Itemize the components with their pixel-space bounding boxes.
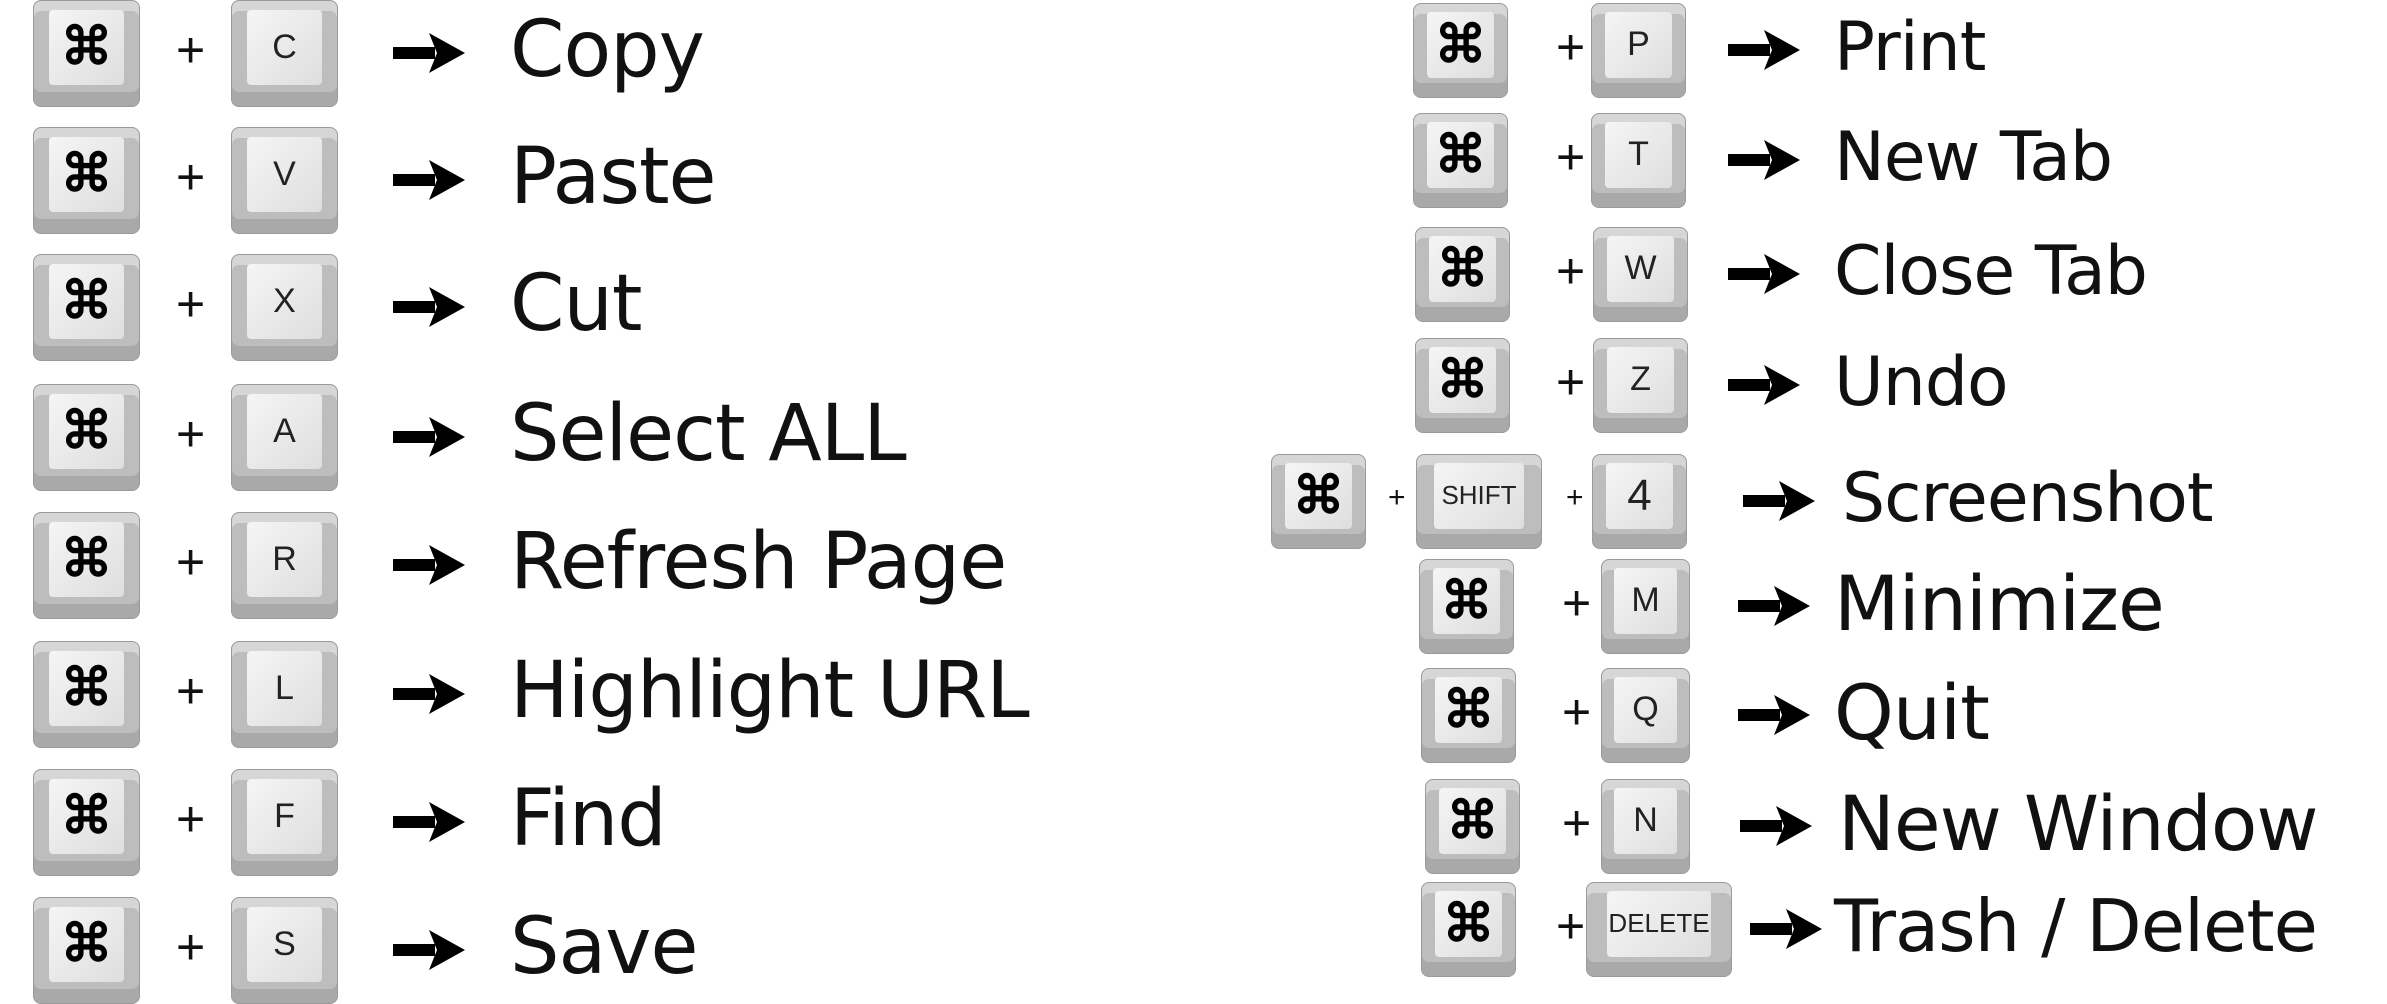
command-key: ⌘ <box>1421 667 1516 763</box>
command-key: ⌘ <box>1415 226 1510 322</box>
shortcut-row: ⌘ + W Close Tab <box>0 226 2387 322</box>
key-delete: DELETE <box>1586 881 1732 977</box>
command-key: ⌘ <box>1271 453 1366 549</box>
key-q: Q <box>1601 667 1690 763</box>
key-label: N <box>1614 787 1677 854</box>
arrow-right-icon <box>1728 365 1800 405</box>
plus-sign: + <box>1562 684 1592 740</box>
key-label: M <box>1614 567 1677 634</box>
key-4: 4 <box>1592 453 1687 549</box>
command-icon: ⌘ <box>1429 235 1496 302</box>
plus-sign: + <box>1556 19 1586 75</box>
action-label: Screenshot <box>1842 458 2214 538</box>
plus-sign: + <box>1388 481 1406 514</box>
action-label: New Tab <box>1834 117 2113 197</box>
command-icon: ⌘ <box>1285 462 1352 529</box>
action-label: Close Tab <box>1834 231 2148 311</box>
key-label: W <box>1607 235 1674 302</box>
shortcut-row: ⌘ + Q Quit <box>0 667 2387 763</box>
arrow-right-icon <box>1738 586 1810 626</box>
shortcut-row: ⌘ + N New Window <box>0 778 2387 874</box>
shortcut-row: ⌘ + Z Undo <box>0 337 2387 433</box>
plus-sign: + <box>1556 243 1586 299</box>
shortcut-row: ⌘ + SHIFT +4 Screenshot <box>0 453 2387 549</box>
plus-sign: + <box>1562 795 1592 851</box>
action-label: Trash / Delete <box>1834 884 2318 969</box>
action-label: Print <box>1834 7 1986 87</box>
action-label: Quit <box>1834 667 1990 757</box>
action-label: Undo <box>1834 342 2009 422</box>
key-w: W <box>1593 226 1688 322</box>
key-label: P <box>1605 11 1672 78</box>
action-label: Minimize <box>1834 558 2165 648</box>
arrow-right-icon <box>1728 30 1800 70</box>
arrow-right-icon <box>1750 909 1822 949</box>
arrow-right-icon <box>1728 140 1800 180</box>
command-icon: ⌘ <box>1433 567 1500 634</box>
command-icon: ⌘ <box>1439 787 1506 854</box>
arrow-right-icon <box>1738 695 1810 735</box>
plus-sign: + <box>1556 898 1586 954</box>
key-z: Z <box>1593 337 1688 433</box>
command-key: ⌘ <box>1425 778 1520 874</box>
plus-sign: + <box>1556 354 1586 410</box>
key-m: M <box>1601 558 1690 654</box>
plus-sign: + <box>1556 129 1586 185</box>
command-key: ⌘ <box>1419 558 1514 654</box>
key-label: 4 <box>1606 462 1673 529</box>
shortcut-row: ⌘ + P Print <box>0 2 2387 98</box>
command-icon: ⌘ <box>1435 890 1502 957</box>
action-label: New Window <box>1838 778 2319 868</box>
key-label: T <box>1605 121 1672 188</box>
arrow-right-icon <box>1740 806 1812 846</box>
key-p: P <box>1591 2 1686 98</box>
key-label: Q <box>1614 676 1677 743</box>
command-icon: ⌘ <box>1429 346 1496 413</box>
key-n: N <box>1601 778 1690 874</box>
command-icon: ⌘ <box>1427 121 1494 188</box>
key-label: SHIFT <box>1434 462 1524 529</box>
plus-sign: + <box>1566 481 1584 514</box>
command-key: ⌘ <box>1413 112 1508 208</box>
key-label: DELETE <box>1607 890 1711 957</box>
command-key: ⌘ <box>1415 337 1510 433</box>
arrow-right-icon <box>1728 254 1800 294</box>
shortcut-row: ⌘ + M Minimize <box>0 558 2387 654</box>
arrow-right-icon <box>1743 481 1815 521</box>
key-label: Z <box>1607 346 1674 413</box>
shortcut-row: ⌘ + T New Tab <box>0 112 2387 208</box>
key-t: T <box>1591 112 1686 208</box>
shortcut-row: ⌘ + DELETE Trash / Delete <box>0 881 2387 977</box>
command-key: ⌘ <box>1421 881 1516 977</box>
plus-sign: + <box>1562 575 1592 631</box>
command-key: ⌘ <box>1413 2 1508 98</box>
key-shift: SHIFT <box>1416 453 1542 549</box>
command-icon: ⌘ <box>1427 11 1494 78</box>
command-icon: ⌘ <box>1435 676 1502 743</box>
